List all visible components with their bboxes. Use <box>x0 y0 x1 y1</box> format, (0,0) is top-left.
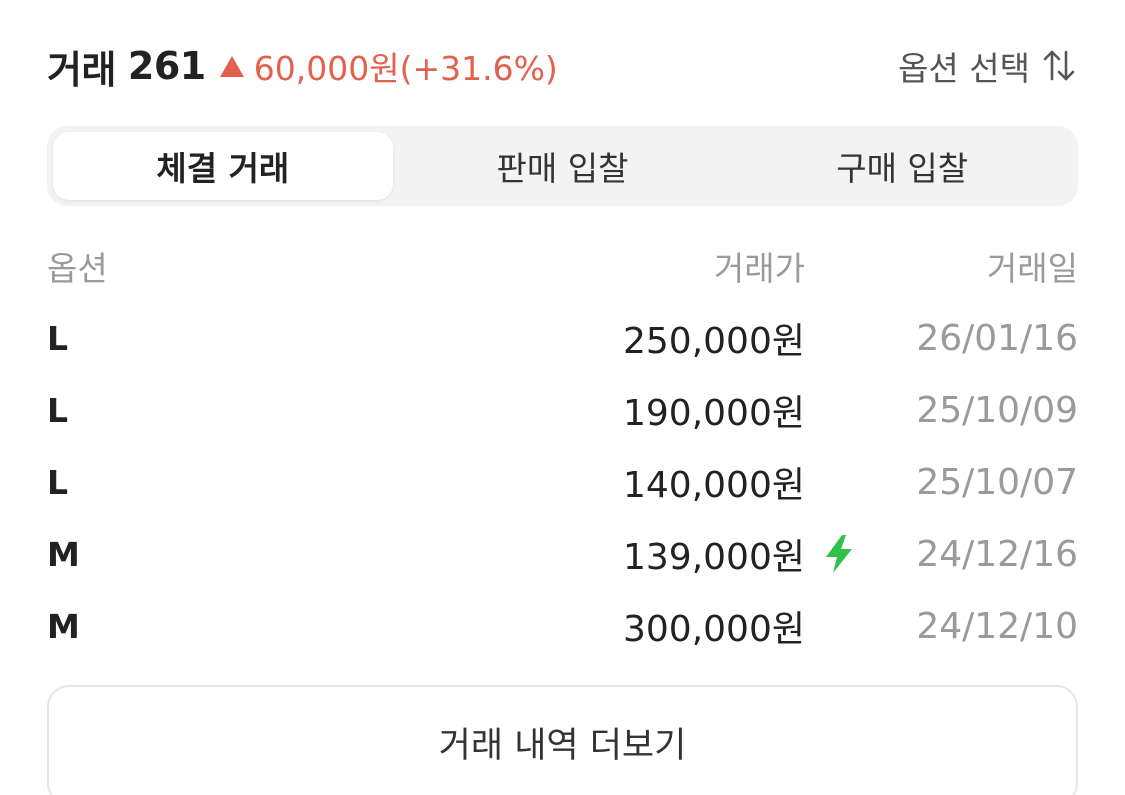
price-change: 60,000원(+31.6%) <box>219 42 558 90</box>
row-option: M <box>47 534 80 574</box>
sort-arrows-icon <box>1043 50 1075 81</box>
trade-type-tabs: 체결 거래 판매 입찰 구매 입찰 <box>47 126 1078 206</box>
row-date: 25/10/07 <box>916 461 1078 503</box>
row-option: L <box>47 318 69 358</box>
column-header-date: 거래일 <box>986 249 1078 288</box>
row-date: 26/01/16 <box>916 317 1078 359</box>
view-more-label: 거래 내역 더보기 <box>438 726 687 766</box>
up-triangle-icon <box>219 55 244 77</box>
row-option: L <box>47 462 69 502</box>
table-body: L 250,000원 26/01/16 L 190,000원 25/10/09 … <box>47 302 1078 662</box>
table-row: M 300,000원 24/12/10 <box>47 590 1078 662</box>
table-row: M 139,000원 24/12/16 <box>47 518 1078 590</box>
row-date: 25/10/09 <box>916 389 1078 431</box>
column-header-price: 거래가 <box>713 249 805 288</box>
row-price: 139,000원 <box>623 537 805 578</box>
tab-buy-bids[interactable]: 구매 입찰 <box>732 132 1072 200</box>
row-price: 300,000원 <box>623 609 805 650</box>
row-date: 24/12/16 <box>916 533 1078 575</box>
table-header: 옵션 거래가 거래일 <box>47 230 1078 302</box>
option-select-button[interactable]: 옵션 선택 <box>898 42 1078 90</box>
trade-summary: 거래 261 60,000원(+31.6%) <box>47 39 558 94</box>
trade-title: 거래 <box>47 47 116 92</box>
option-select-label: 옵션 선택 <box>898 49 1030 88</box>
table-row: L 190,000원 25/10/09 <box>47 374 1078 446</box>
trade-history-panel: 거래 261 60,000원(+31.6%) 옵션 선택 체결 거래 판매 입찰… <box>0 0 1125 795</box>
table-row: L 250,000원 26/01/16 <box>47 302 1078 374</box>
row-option: L <box>47 390 69 430</box>
trade-table: 옵션 거래가 거래일 L 250,000원 26/01/16 L 190,000… <box>47 230 1078 662</box>
lightning-bolt-icon <box>826 535 852 573</box>
table-row: L 140,000원 25/10/07 <box>47 446 1078 518</box>
row-price: 140,000원 <box>623 465 805 506</box>
trade-count: 261 <box>127 44 206 88</box>
price-change-text: 60,000원(+31.6%) <box>253 49 558 88</box>
row-price: 190,000원 <box>623 393 805 434</box>
tab-completed-trades[interactable]: 체결 거래 <box>53 132 393 200</box>
row-price: 250,000원 <box>623 321 805 362</box>
column-header-option: 옵션 <box>47 249 108 288</box>
trade-header: 거래 261 60,000원(+31.6%) 옵션 선택 <box>47 36 1078 96</box>
tab-sell-bids[interactable]: 판매 입찰 <box>393 132 733 200</box>
row-option: M <box>47 606 80 646</box>
view-more-trades-button[interactable]: 거래 내역 더보기 <box>47 685 1078 795</box>
row-date: 24/12/10 <box>916 605 1078 647</box>
